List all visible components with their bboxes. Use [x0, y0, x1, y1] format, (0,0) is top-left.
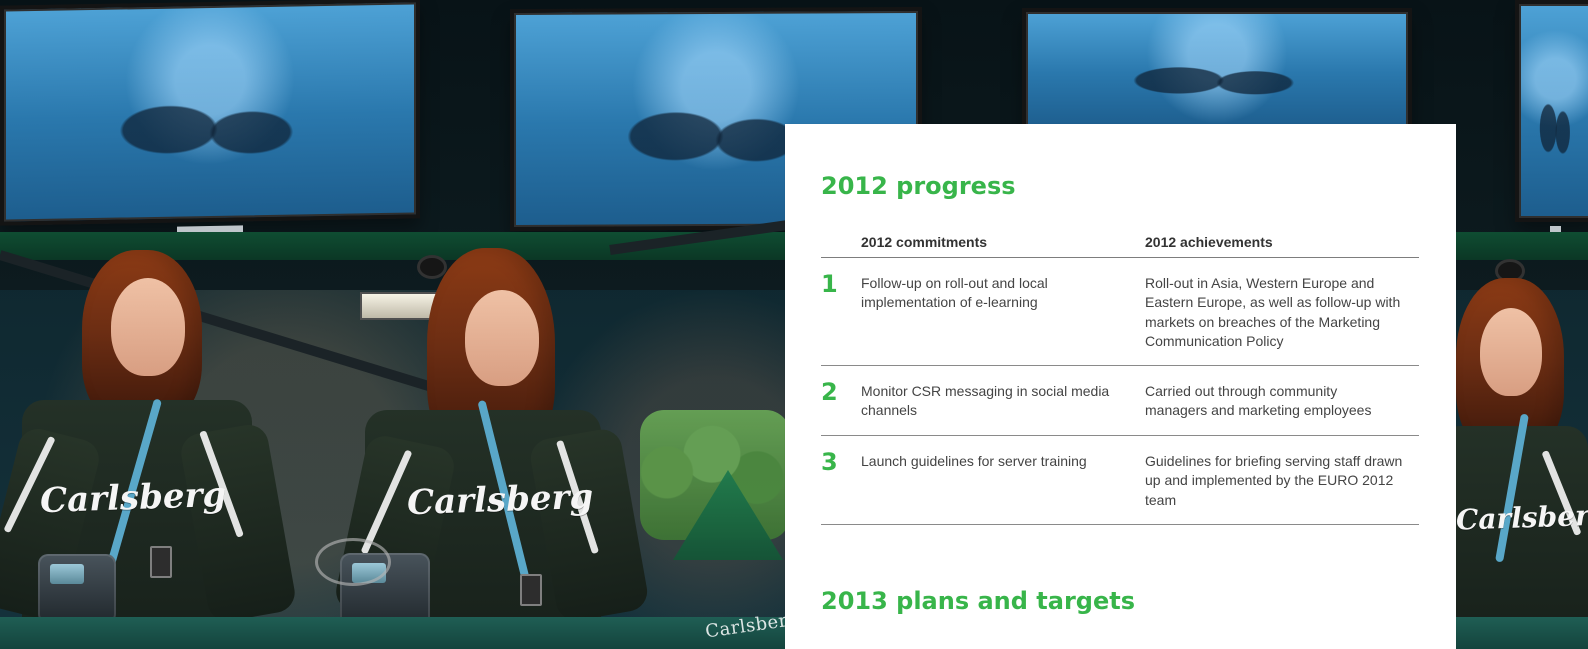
face	[111, 278, 185, 376]
progress-card: 2012 progress 2012 commitments 2012 achi…	[785, 124, 1456, 649]
face	[1480, 308, 1542, 396]
tv-screen	[0, 0, 420, 226]
tv-screen	[1515, 0, 1588, 234]
row-achievement: Carried out through community managers a…	[1145, 383, 1372, 419]
row-number: 1	[821, 270, 838, 298]
progress-table: 2012 commitments 2012 achievements 1 Fol…	[821, 230, 1419, 525]
row-achievement: Roll-out in Asia, Western Europe and Eas…	[1145, 275, 1401, 349]
bartender-person: Carlsberg	[315, 248, 653, 649]
bartender-person: Carlsberg	[0, 250, 298, 649]
row-number: 3	[821, 448, 838, 476]
header-commitments: 2012 commitments	[861, 234, 988, 250]
table-row: 1 Follow-up on roll-out and local implem…	[821, 258, 1419, 366]
row-commitment: Follow-up on roll-out and local implemen…	[861, 275, 1048, 311]
face	[465, 290, 539, 386]
table-row: 3 Launch guidelines for server training …	[821, 436, 1419, 525]
row-achievement: Guidelines for briefing serving staff dr…	[1145, 453, 1403, 508]
table-row: 2 Monitor CSR messaging in social media …	[821, 366, 1419, 436]
payment-terminal-icon	[38, 554, 116, 624]
row-commitment: Monitor CSR messaging in social media ch…	[861, 383, 1110, 419]
section-title-2013-plans: 2013 plans and targets	[821, 587, 1136, 615]
row-commitment: Launch guidelines for server training	[861, 453, 1087, 469]
bartender-person: Carlsberg	[1438, 278, 1588, 649]
id-badge	[520, 574, 542, 606]
cable-coil	[315, 538, 391, 586]
event-photo-background: Carlsberg Carlsberg Carlsberg Carlsberg …	[0, 0, 1588, 649]
table-header: 2012 commitments 2012 achievements	[821, 230, 1419, 258]
row-number: 2	[821, 378, 838, 406]
tv-screen	[1022, 8, 1412, 146]
header-achievements: 2012 achievements	[1145, 234, 1273, 250]
id-badge	[150, 546, 172, 578]
section-title-2012-progress: 2012 progress	[821, 172, 1016, 200]
